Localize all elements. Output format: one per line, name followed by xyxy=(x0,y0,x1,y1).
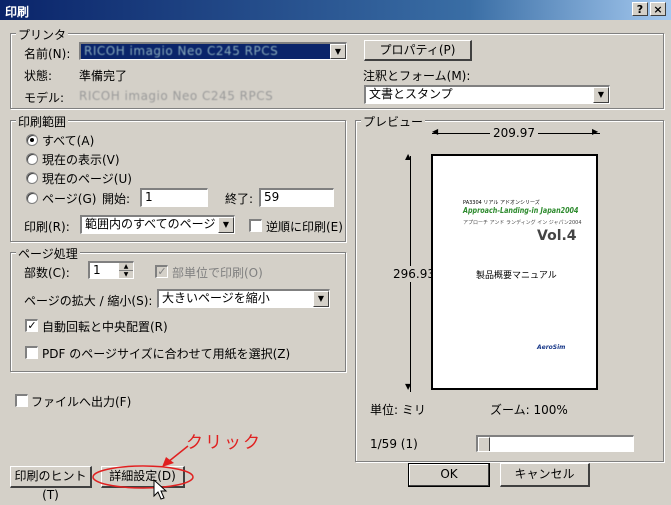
chevron-down-icon[interactable]: ▼ xyxy=(313,291,329,307)
printer-name-label: 名前(N): xyxy=(24,47,71,61)
start-page-input[interactable]: 1 xyxy=(140,188,208,207)
arrow-left-icon: ◀ xyxy=(432,127,439,136)
collate-checkbox[interactable]: ✓ xyxy=(155,265,168,278)
page-indicator: 1/59 (1) xyxy=(370,437,418,451)
print-subset-select[interactable]: 範囲内のすべてのページ ▼ xyxy=(80,215,235,234)
highlight-ellipse xyxy=(92,465,194,489)
print-range-group-label: 印刷範囲 xyxy=(16,113,69,130)
print-to-file-label[interactable]: ファイルへ出力(F) xyxy=(31,393,131,410)
radio-current-page-label[interactable]: 現在のページ(U) xyxy=(42,170,132,187)
end-page-input[interactable]: 59 xyxy=(259,188,334,207)
pdf-size-checkbox[interactable] xyxy=(25,346,38,359)
printer-group-label: プリンタ xyxy=(16,26,69,43)
properties-button[interactable]: プロパティ(P) xyxy=(364,40,472,61)
copies-label: 部数(C): xyxy=(24,266,70,280)
annotation-arrow xyxy=(167,445,189,463)
zoom-label: ズーム: 100% xyxy=(490,403,568,417)
click-label: クリック xyxy=(186,433,262,453)
page-logo: Approach-Landing-in Japan2004 xyxy=(463,206,579,215)
radio-pages[interactable] xyxy=(26,192,38,204)
pdf-size-label[interactable]: PDF のページサイズに合わせて用紙を選択(Z) xyxy=(42,345,290,362)
cancel-button[interactable]: キャンセル xyxy=(500,463,590,487)
status-value: 準備完了 xyxy=(79,69,128,83)
scaling-select[interactable]: 大きいページを縮小 ▼ xyxy=(157,289,330,308)
collate-label[interactable]: 部単位で印刷(O) xyxy=(172,264,263,281)
mouse-cursor-icon xyxy=(153,478,168,500)
spin-up-icon[interactable]: ▲ xyxy=(119,263,133,271)
page-handling-group-label: ページ処理 xyxy=(16,245,80,262)
chevron-down-icon[interactable]: ▼ xyxy=(218,217,234,233)
chevron-down-icon[interactable]: ▼ xyxy=(593,87,609,103)
print-tips-button[interactable]: 印刷のヒント(T) xyxy=(10,466,92,502)
units-label: 単位: ミリ xyxy=(370,403,426,417)
page-brand: AeroSim xyxy=(537,344,566,351)
arrow-down-icon: ▼ xyxy=(405,382,412,391)
scrollbar-thumb[interactable] xyxy=(478,437,490,451)
arrow-right-icon: ▶ xyxy=(592,127,599,136)
ok-button[interactable]: OK xyxy=(408,463,490,487)
autorotate-checkbox[interactable]: ✓ xyxy=(25,319,38,332)
preview-group-label: プレビュー xyxy=(361,113,426,130)
page-vol: Vol.4 xyxy=(537,228,577,244)
model-label: モデル: xyxy=(24,91,65,105)
chevron-down-icon[interactable]: ▼ xyxy=(330,44,346,59)
page-title: 製品概要マニュアル xyxy=(476,271,557,281)
annotations-select[interactable]: 文書とスタンプ ▼ xyxy=(364,85,610,104)
arrow-up-icon: ▲ xyxy=(405,152,412,161)
reverse-checkbox[interactable] xyxy=(249,219,262,232)
copies-input[interactable]: 1 ▲ ▼ xyxy=(88,261,134,279)
radio-current-view-label[interactable]: 現在の表示(V) xyxy=(42,151,120,168)
close-button[interactable]: × xyxy=(650,2,666,16)
status-label: 状態: xyxy=(24,69,53,83)
help-button[interactable]: ? xyxy=(632,2,648,16)
title-bar: 印刷 ? × xyxy=(0,0,671,20)
page-scrollbar[interactable] xyxy=(476,435,634,452)
printer-name-select[interactable]: RICOH imagio Neo C245 RPCS ▼ xyxy=(79,42,347,60)
annotations-label: 注釈とフォーム(M): xyxy=(363,69,471,83)
print-subset-label: 印刷(R): xyxy=(24,220,70,234)
radio-all-label[interactable]: すべて(A) xyxy=(42,132,94,149)
radio-current-view[interactable] xyxy=(26,153,38,165)
page-preview: PA3304 リアル アドオンシリーズ Approach-Landing-in … xyxy=(431,154,598,390)
radio-pages-label[interactable]: ページ(G) xyxy=(42,190,96,207)
page-header-text: PA3304 リアル アドオンシリーズ xyxy=(463,200,540,206)
start-label: 開始: xyxy=(102,192,131,206)
radio-current-page[interactable] xyxy=(26,172,38,184)
page-subtitle: アプローチ アンド ランディング イン ジャパン2004 xyxy=(463,220,582,226)
spin-down-icon[interactable]: ▼ xyxy=(119,271,133,278)
window-title: 印刷 xyxy=(5,5,30,19)
scaling-label: ページの拡大 / 縮小(S): xyxy=(24,294,153,308)
height-value: 296.93 xyxy=(393,266,435,282)
width-value: 209.97 xyxy=(490,126,538,140)
reverse-label[interactable]: 逆順に印刷(E) xyxy=(266,218,343,235)
end-label: 終了: xyxy=(225,192,254,206)
radio-all[interactable] xyxy=(26,134,38,146)
model-value: RICOH imagio Neo C245 RPCS xyxy=(79,89,274,103)
print-to-file-checkbox[interactable] xyxy=(15,394,28,407)
autorotate-label[interactable]: 自動回転と中央配置(R) xyxy=(42,318,168,335)
